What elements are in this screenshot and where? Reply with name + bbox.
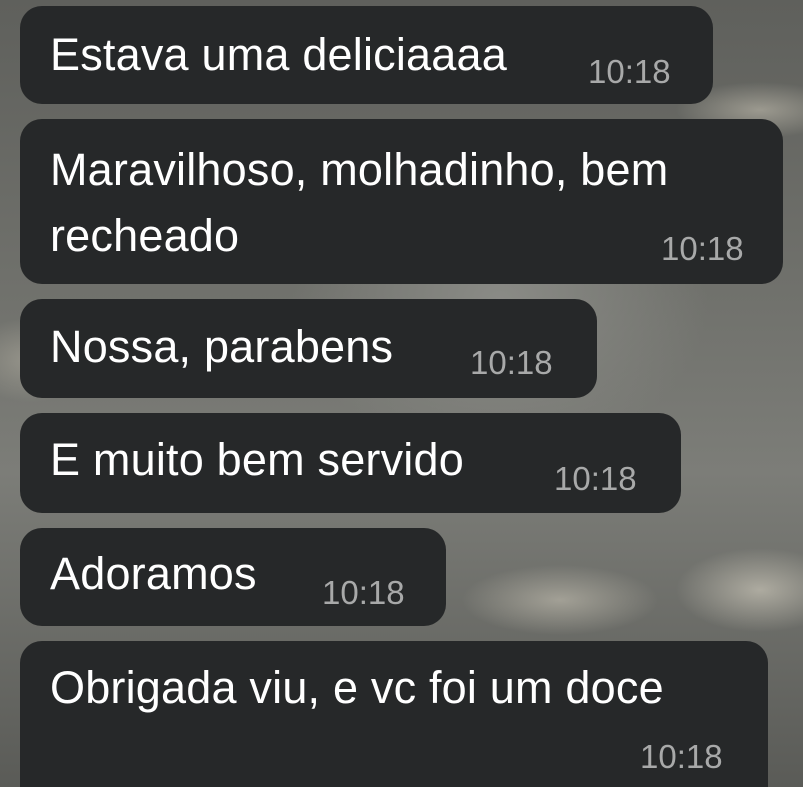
message-list[interactable]: Estava uma deliciaaaa 10:18 Maravilhoso,… <box>0 0 803 787</box>
message-bubble[interactable]: E muito bem servido 10:18 <box>20 413 681 513</box>
message-timestamp: 10:18 <box>588 53 671 90</box>
message-timestamp: 10:18 <box>661 230 744 267</box>
message-bubble[interactable]: Adoramos 10:18 <box>20 528 446 626</box>
message-text: Adoramos <box>50 548 257 599</box>
message-bubble[interactable]: Maravilhoso, molhadinho, bem recheado 10… <box>20 119 783 284</box>
message-timestamp: 10:18 <box>554 460 637 497</box>
message-timestamp: 10:18 <box>470 344 553 381</box>
message-text: E muito bem servido <box>50 434 464 485</box>
message-text: Maravilhoso, molhadinho, bem recheado <box>50 144 669 261</box>
message-text: Estava uma deliciaaaa <box>50 29 507 80</box>
message-text: Nossa, parabens <box>50 321 394 372</box>
message-text: Obrigada viu, e vc foi um doce <box>50 662 664 713</box>
message-bubble[interactable]: Estava uma deliciaaaa 10:18 <box>20 6 713 104</box>
message-timestamp: 10:18 <box>640 738 723 775</box>
message-timestamp: 10:18 <box>322 574 405 611</box>
message-bubble[interactable]: Obrigada viu, e vc foi um doce 10:18 <box>20 641 768 787</box>
message-bubble[interactable]: Nossa, parabens 10:18 <box>20 299 597 398</box>
